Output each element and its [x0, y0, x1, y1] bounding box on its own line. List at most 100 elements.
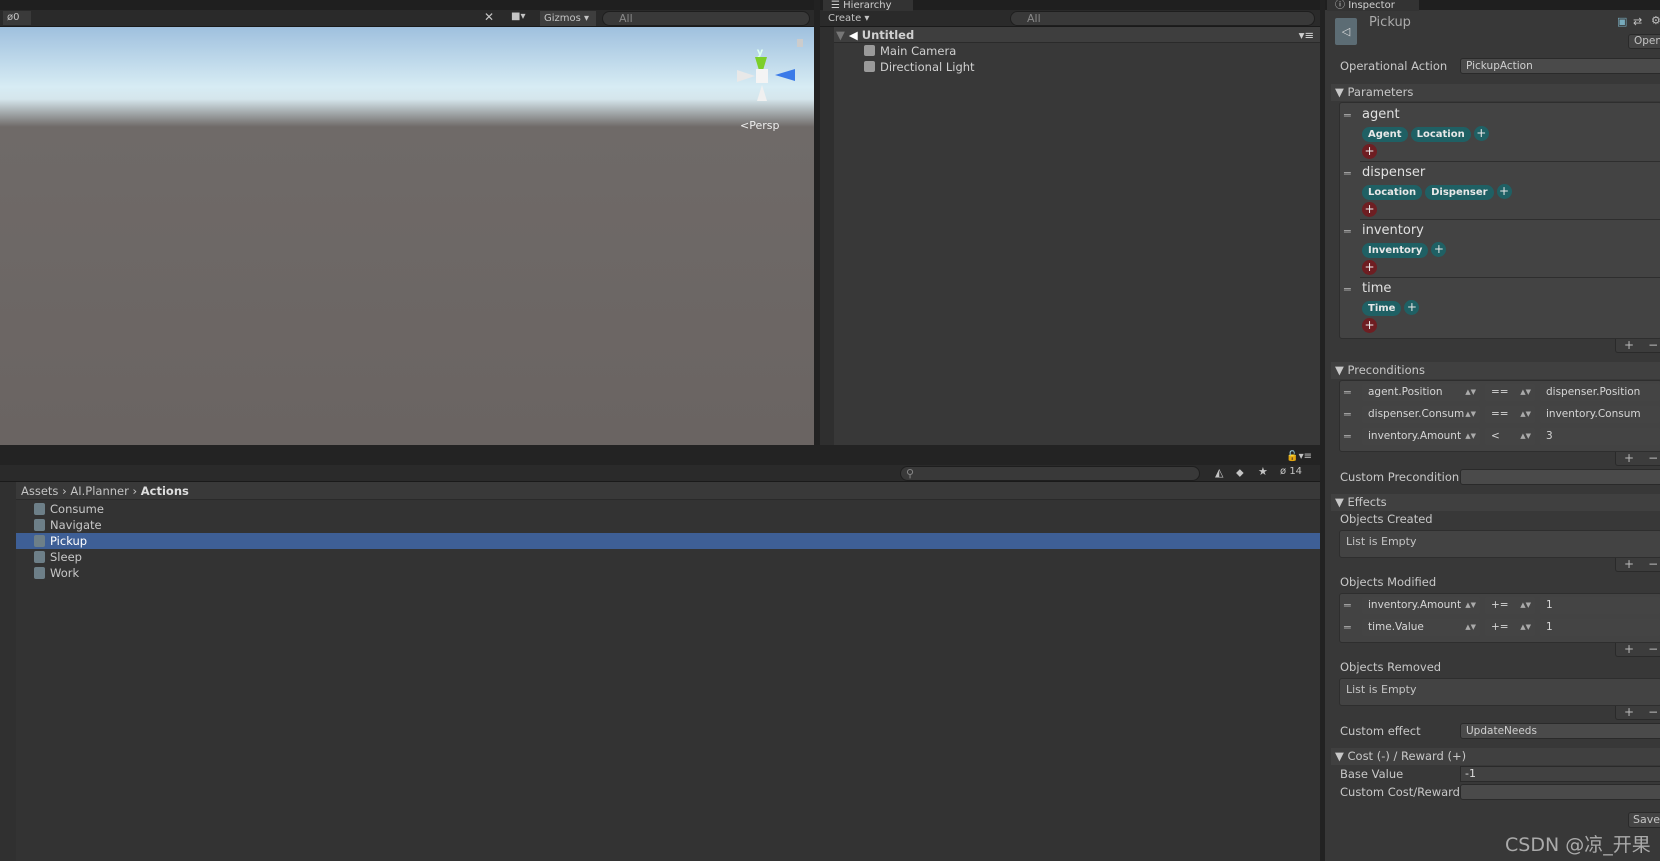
operand-right-dropdown[interactable]: inventory.Consum [1540, 406, 1660, 423]
drag-handle-icon[interactable]: ═ [1344, 599, 1351, 612]
gear-icon[interactable]: ⚙ [1651, 14, 1660, 27]
create-dropdown[interactable]: Create ▾ [828, 11, 869, 26]
custom-cost-dropdown[interactable] [1460, 784, 1660, 800]
drag-handle-icon[interactable]: ═ [1344, 225, 1351, 238]
inspector-tab[interactable]: ⓘ Inspector [1327, 0, 1419, 11]
asset-item[interactable]: Work [16, 565, 1320, 581]
add-icon[interactable]: + [1624, 642, 1634, 656]
scene-menu-icon[interactable]: ▾≡ [1299, 27, 1314, 43]
favorites-star-icon[interactable]: ★ [1258, 465, 1268, 478]
operand-left-dropdown[interactable]: dispenser.Consum ▲▼ [1362, 406, 1480, 423]
operational-action-dropdown[interactable]: PickupAction [1460, 58, 1660, 74]
remove-icon[interactable]: − [1648, 705, 1658, 719]
custom-effect-dropdown[interactable]: UpdateNeeds [1460, 723, 1660, 739]
operator-dropdown[interactable]: == ▲▼ [1485, 384, 1535, 401]
drag-handle-icon[interactable]: ═ [1344, 283, 1351, 296]
scene-viewport[interactable]: y <Persp [0, 27, 814, 445]
operator-dropdown[interactable]: += ▲▼ [1485, 597, 1535, 614]
drag-handle-icon[interactable]: ═ [1344, 386, 1351, 399]
drag-handle-icon[interactable]: ═ [1344, 109, 1351, 122]
scene-row-untitled[interactable]: ▼ ◀ Untitled ▾≡ [834, 27, 1320, 43]
drag-handle-icon[interactable]: ═ [1344, 430, 1351, 443]
scene-search-input[interactable]: All [602, 11, 810, 26]
operator-dropdown[interactable]: += ▲▼ [1485, 619, 1535, 636]
presets-icon[interactable]: ⇄ [1633, 15, 1642, 28]
add-icon[interactable]: + [1624, 338, 1634, 352]
drag-handle-icon[interactable]: ═ [1344, 167, 1351, 180]
asset-name: Pickup [1369, 15, 1411, 30]
perspective-toggle[interactable]: <Persp [740, 119, 779, 132]
trait-chip[interactable]: Location [1410, 127, 1471, 142]
add-excluded-trait-icon[interactable]: + [1362, 318, 1377, 333]
operator-dropdown[interactable]: == ▲▼ [1485, 406, 1535, 423]
breadcrumb-actions[interactable]: Actions [141, 484, 189, 498]
add-icon[interactable]: + [1624, 705, 1634, 719]
operand-right-dropdown[interactable]: 1 [1540, 619, 1660, 636]
add-icon[interactable]: + [1624, 557, 1634, 571]
save-button[interactable]: Save [1628, 812, 1660, 828]
preconditions-foldout[interactable]: ▼ Preconditions [1331, 362, 1660, 379]
operator-dropdown[interactable]: < ▲▼ [1485, 428, 1535, 445]
effects-foldout[interactable]: ▼ Effects [1331, 494, 1660, 511]
add-excluded-trait-icon[interactable]: + [1362, 144, 1377, 159]
camera-icon[interactable]: ■▾ [511, 11, 525, 22]
hierarchy-tab[interactable]: ☰ Hierarchy [823, 0, 913, 11]
gizmo-x-axis[interactable] [737, 70, 755, 82]
trait-chip[interactable]: Agent [1362, 127, 1408, 142]
asset-item-selected[interactable]: Pickup [16, 533, 1320, 549]
tools-icon[interactable]: ✕ [484, 10, 494, 24]
filter-by-type-icon[interactable]: ◭ [1215, 466, 1223, 479]
base-value-input[interactable]: -1 [1460, 766, 1660, 782]
project-lock-icon[interactable]: 🔓▾≡ [1286, 451, 1312, 462]
breadcrumb-assets[interactable]: Assets [21, 484, 58, 498]
drag-handle-icon[interactable]: ═ [1344, 408, 1351, 421]
add-trait-icon[interactable]: + [1404, 300, 1420, 315]
drag-handle-icon[interactable]: ═ [1344, 621, 1351, 634]
asset-item[interactable]: Consume [16, 501, 1320, 517]
add-icon[interactable]: + [1624, 451, 1634, 465]
hidden-objects-toggle[interactable]: ø0 [3, 11, 31, 25]
operand-left-dropdown[interactable]: inventory.Amount ▲▼ [1362, 428, 1480, 445]
gizmos-dropdown[interactable]: Gizmos ▾ [540, 11, 596, 26]
add-trait-icon[interactable]: + [1431, 242, 1447, 257]
project-search-input[interactable]: ⚲ [900, 466, 1200, 481]
help-icon[interactable]: ▣ [1617, 15, 1627, 28]
asset-item[interactable]: Sleep [16, 549, 1320, 565]
trait-chip[interactable]: Inventory [1362, 243, 1429, 258]
operand-left-dropdown[interactable]: time.Value ▲▼ [1362, 619, 1480, 636]
parameters-foldout[interactable]: ▼ Parameters [1331, 84, 1660, 101]
add-trait-icon[interactable]: + [1496, 184, 1512, 199]
expand-arrow-icon[interactable]: ▼ [836, 28, 845, 42]
trait-chip[interactable]: Dispenser [1425, 185, 1494, 200]
remove-icon[interactable]: − [1648, 451, 1658, 465]
trait-chip[interactable]: Location [1362, 185, 1423, 200]
filter-by-label-icon[interactable]: ⬥ [1236, 466, 1244, 480]
gizmo-center-cube[interactable] [756, 69, 768, 83]
gizmo-neg-y-axis[interactable] [757, 85, 767, 101]
remove-icon[interactable]: − [1648, 557, 1658, 571]
asset-item[interactable]: Navigate [16, 517, 1320, 533]
add-excluded-trait-icon[interactable]: + [1362, 202, 1377, 217]
breadcrumb-ai-planner[interactable]: AI.Planner [70, 484, 128, 498]
add-excluded-trait-icon[interactable]: + [1362, 260, 1377, 275]
operand-right-dropdown[interactable]: 1 [1540, 597, 1660, 614]
gizmo-z-axis[interactable] [775, 69, 795, 81]
remove-icon[interactable]: − [1648, 642, 1658, 656]
trait-chip[interactable]: Time [1362, 301, 1402, 316]
operand-right-dropdown[interactable]: dispenser.Position [1540, 384, 1660, 401]
open-button[interactable]: Open [1628, 34, 1660, 49]
hierarchy-search-input[interactable]: All [1010, 11, 1315, 26]
operand-right-dropdown[interactable]: 3 [1540, 428, 1660, 445]
hierarchy-item[interactable]: Directional Light [864, 59, 975, 75]
lock-icon[interactable] [797, 39, 803, 47]
operand-left-dropdown[interactable]: agent.Position ▲▼ [1362, 384, 1480, 401]
hierarchy-item[interactable]: Main Camera [864, 43, 956, 59]
divider [1360, 161, 1660, 162]
operand-left-dropdown[interactable]: inventory.Amount ▲▼ [1362, 597, 1480, 614]
cost-reward-foldout[interactable]: ▼ Cost (-) / Reward (+) [1331, 748, 1660, 765]
remove-icon[interactable]: − [1648, 338, 1658, 352]
project-folder-tree[interactable] [0, 482, 16, 861]
add-trait-icon[interactable]: + [1473, 126, 1489, 141]
custom-precondition-dropdown[interactable] [1460, 469, 1660, 485]
hidden-packages-toggle[interactable]: ø 14 [1280, 466, 1302, 477]
